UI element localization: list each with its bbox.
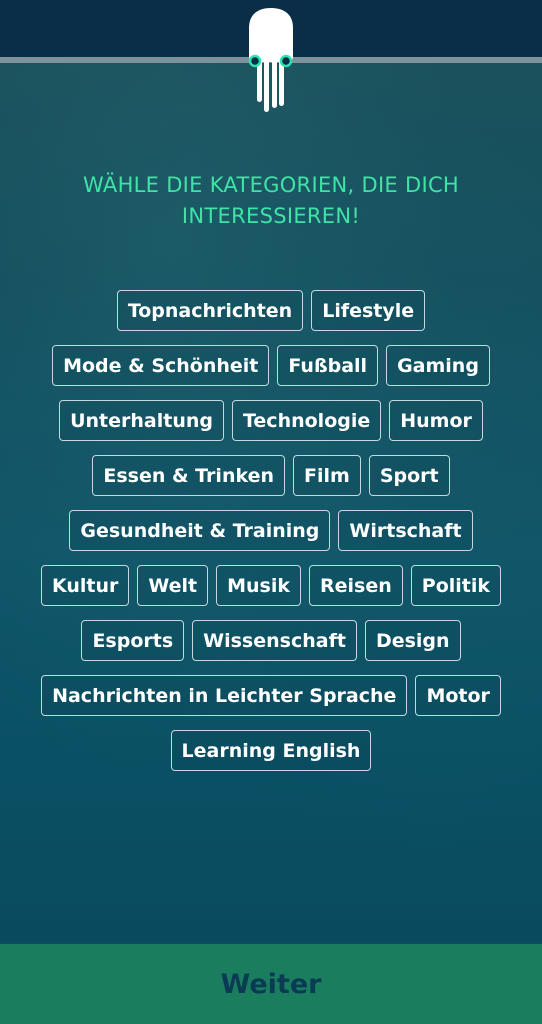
category-chip[interactable]: Politik: [410, 565, 502, 606]
category-row: Learning English: [170, 730, 372, 771]
category-chip[interactable]: Essen & Trinken: [92, 455, 286, 496]
category-chip[interactable]: Technologie: [231, 400, 382, 441]
category-chip[interactable]: Nachrichten in Leichter Sprache: [41, 675, 408, 716]
category-row: Gesundheit & Training Wirtschaft: [69, 510, 473, 551]
continue-button[interactable]: Weiter: [0, 942, 542, 1024]
category-chip[interactable]: Gaming: [386, 345, 490, 386]
category-row: Topnachrichten Lifestyle: [116, 290, 426, 331]
category-chip[interactable]: Humor: [389, 400, 483, 441]
category-chip[interactable]: Film: [293, 455, 361, 496]
category-row: Mode & Schönheit Fußball Gaming: [52, 345, 490, 386]
category-list: Topnachrichten Lifestyle Mode & Schönheit F…: [20, 290, 522, 771]
category-chip[interactable]: Lifestyle: [311, 290, 426, 331]
category-chip[interactable]: Topnachrichten: [116, 290, 304, 331]
category-row: Nachrichten in Leichter Sprache Motor: [41, 675, 501, 716]
page-title: WÄHLE DIE KATEGORIEN, DIE DICH INTERESSI…: [83, 173, 459, 228]
category-chip[interactable]: Kultur: [40, 565, 130, 606]
category-chip[interactable]: Motor: [415, 675, 501, 716]
category-chip[interactable]: Sport: [368, 455, 450, 496]
category-chip[interactable]: Esports: [81, 620, 185, 661]
category-row: Essen & Trinken Film Sport: [92, 455, 450, 496]
category-row: Kultur Welt Musik Reisen Politik: [40, 565, 502, 606]
category-chip[interactable]: Learning English: [170, 730, 372, 771]
continue-button-label: Weiter: [220, 968, 322, 1000]
category-chip[interactable]: Mode & Schönheit: [52, 345, 270, 386]
category-chip[interactable]: Unterhaltung: [59, 400, 224, 441]
category-row: Esports Wissenschaft Design: [81, 620, 461, 661]
category-chip[interactable]: Design: [364, 620, 461, 661]
category-chip[interactable]: Welt: [137, 565, 209, 606]
category-chip[interactable]: Gesundheit & Training: [69, 510, 331, 551]
category-chip[interactable]: Wissenschaft: [192, 620, 357, 661]
category-chip[interactable]: Musik: [216, 565, 302, 606]
category-chip[interactable]: Wirtschaft: [338, 510, 473, 551]
category-row: Unterhaltung Technologie Humor: [59, 400, 483, 441]
category-chip[interactable]: Reisen: [309, 565, 403, 606]
category-chip[interactable]: Fußball: [277, 345, 379, 386]
octopus-logo-icon: [248, 8, 293, 112]
